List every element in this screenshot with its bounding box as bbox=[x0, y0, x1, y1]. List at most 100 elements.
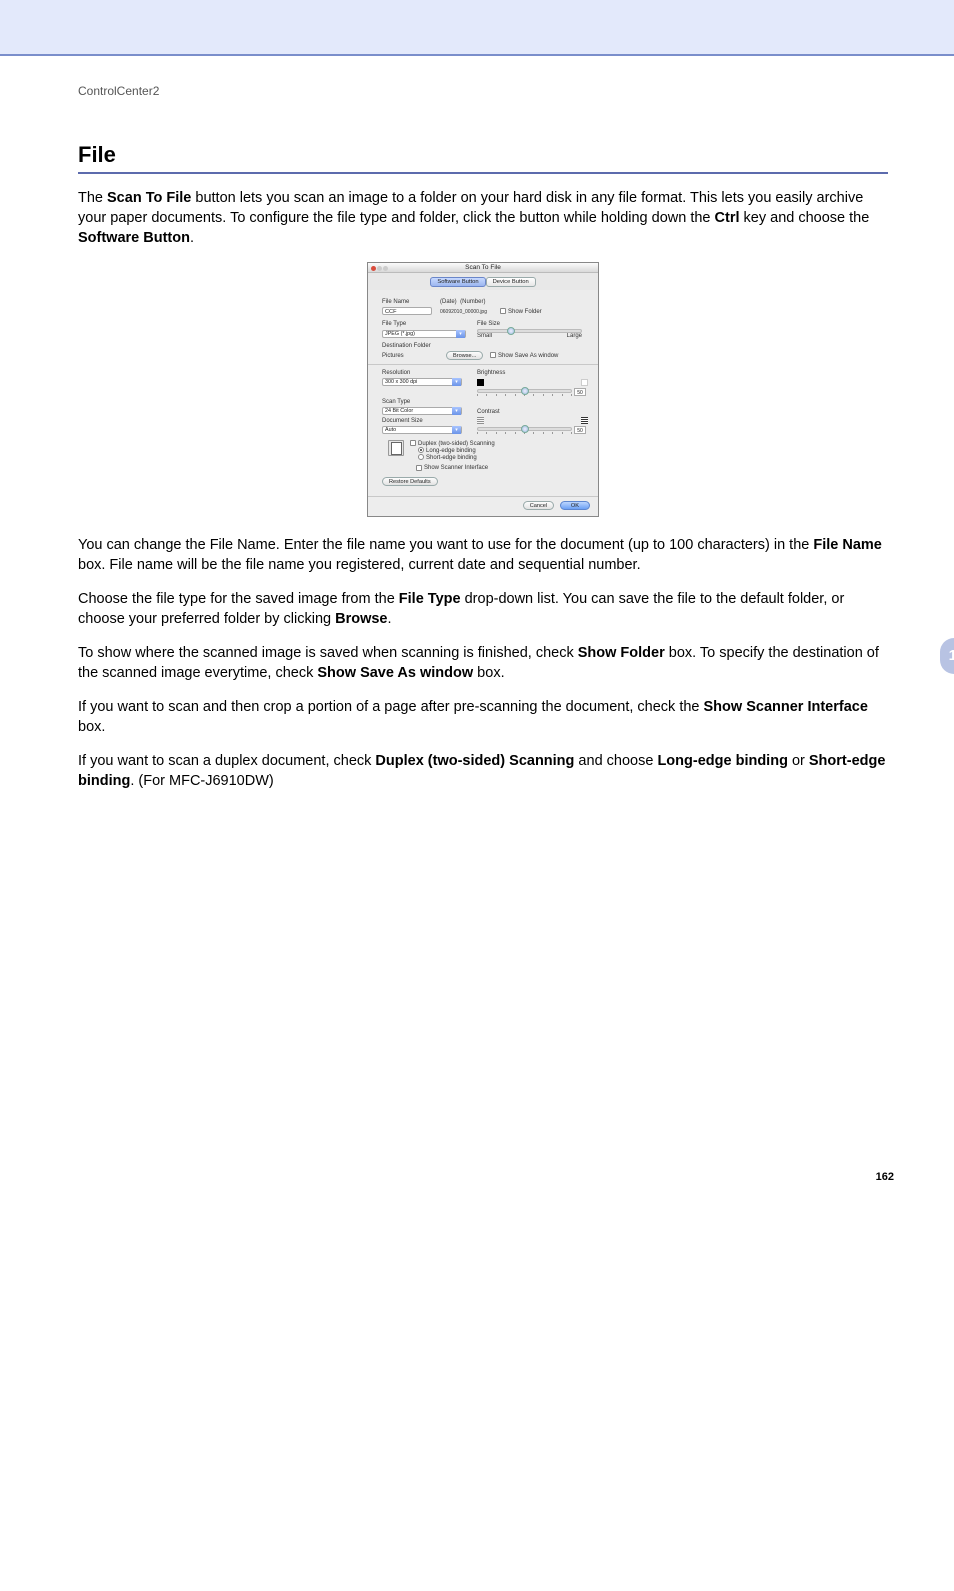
document-size-value: Auto bbox=[385, 427, 396, 433]
window-controls[interactable] bbox=[371, 265, 389, 275]
page-content: ControlCenter2 File The Scan To File but… bbox=[0, 56, 954, 1591]
scan-type-label: Scan Type bbox=[382, 399, 410, 405]
brightness-slider[interactable] bbox=[477, 389, 572, 393]
brightness-value[interactable]: 50 bbox=[574, 388, 586, 396]
contrast-label: Contrast bbox=[477, 409, 500, 415]
filename-preview: 06092010_00000.jpg bbox=[440, 309, 487, 315]
intro-paragraph: The Scan To File button lets you scan an… bbox=[78, 188, 888, 248]
paragraph-show-folder: To show where the scanned image is saved… bbox=[78, 643, 888, 683]
chevron-down-icon: ▾ bbox=[456, 330, 465, 338]
resolution-label: Resolution bbox=[382, 370, 410, 376]
text: box. bbox=[78, 719, 105, 735]
show-folder-bold: Show Folder bbox=[578, 645, 665, 661]
contrast-high-icon bbox=[581, 417, 588, 424]
destination-folder-value: Pictures bbox=[382, 353, 404, 359]
file-type-label: File Type bbox=[382, 321, 406, 327]
zoom-icon[interactable] bbox=[383, 266, 388, 271]
text: Choose the file type for the saved image… bbox=[78, 591, 399, 607]
header-band bbox=[0, 0, 954, 56]
breadcrumb: ControlCenter2 bbox=[78, 84, 888, 98]
page-number: 162 bbox=[78, 1171, 894, 1183]
text: box. File name will be the file name you… bbox=[78, 557, 641, 573]
file-size-label: File Size bbox=[477, 321, 500, 327]
paragraph-duplex: If you want to scan a duplex document, c… bbox=[78, 751, 888, 791]
file-name-label: File Name bbox=[382, 299, 440, 305]
minimize-icon[interactable] bbox=[377, 266, 382, 271]
contrast-low-icon bbox=[477, 417, 484, 424]
chevron-down-icon: ▾ bbox=[452, 407, 461, 415]
text: You can change the File Name. Enter the … bbox=[78, 537, 813, 553]
date-label: (Date) bbox=[440, 299, 457, 305]
file-type-select[interactable]: JPEG (*.jpg) ▾ bbox=[382, 330, 466, 338]
duplex-checkbox[interactable] bbox=[410, 440, 416, 446]
text: . bbox=[388, 611, 392, 627]
tab-software-button[interactable]: Software Button bbox=[430, 277, 485, 287]
long-edge-bold: Long-edge binding bbox=[657, 753, 787, 769]
show-scanner-interface-checkbox[interactable] bbox=[416, 465, 422, 471]
long-edge-radio[interactable] bbox=[418, 447, 424, 453]
text: and choose bbox=[574, 753, 657, 769]
file-type-bold: File Type bbox=[399, 591, 461, 607]
contrast-value[interactable]: 50 bbox=[574, 426, 586, 434]
dialog-footer: Cancel OK bbox=[368, 497, 598, 516]
text: If you want to scan a duplex document, c… bbox=[78, 753, 375, 769]
show-folder-checkbox[interactable] bbox=[500, 308, 506, 314]
scan-type-value: 24 Bit Color bbox=[385, 408, 413, 414]
show-save-as-bold: Show Save As window bbox=[317, 665, 473, 681]
destination-folder-label: Destination Folder bbox=[382, 343, 431, 349]
file-size-slider[interactable] bbox=[477, 329, 582, 333]
show-scanner-interface-label: Show Scanner Interface bbox=[424, 465, 488, 471]
document-size-select[interactable]: Auto ▾ bbox=[382, 426, 462, 434]
scan-to-file-bold: Scan To File bbox=[107, 190, 191, 206]
section-heading: File bbox=[78, 142, 888, 174]
duplex-icon bbox=[388, 440, 404, 456]
large-label: Large bbox=[567, 333, 582, 339]
dialog-screenshot: Scan To File Software ButtonDevice Butto… bbox=[367, 262, 599, 517]
brightness-label: Brightness bbox=[477, 370, 505, 376]
document-size-label: Document Size bbox=[382, 418, 423, 424]
tab-device-button[interactable]: Device Button bbox=[486, 277, 536, 287]
browse-button[interactable]: Browse... bbox=[446, 351, 483, 360]
brightness-light-icon bbox=[581, 379, 588, 386]
text: . (For MFC-J6910DW) bbox=[130, 773, 273, 789]
chapter-tab: 10 bbox=[940, 638, 954, 674]
show-folder-label: Show Folder bbox=[508, 309, 542, 315]
resolution-select[interactable]: 300 x 300 dpi ▾ bbox=[382, 378, 462, 386]
paragraph-filetype: Choose the file type for the saved image… bbox=[78, 589, 888, 629]
paragraph-scanner-interface: If you want to scan and then crop a port… bbox=[78, 697, 888, 737]
text: key and choose the bbox=[740, 210, 870, 226]
ctrl-bold: Ctrl bbox=[715, 210, 740, 226]
scan-to-file-dialog: Scan To File Software ButtonDevice Butto… bbox=[367, 262, 599, 517]
dialog-title: Scan To File bbox=[465, 264, 501, 271]
small-label: Small bbox=[477, 333, 492, 339]
short-edge-radio[interactable] bbox=[418, 454, 424, 460]
browse-bold: Browse bbox=[335, 611, 387, 627]
show-save-as-checkbox[interactable] bbox=[490, 352, 496, 358]
chevron-down-icon: ▾ bbox=[452, 426, 461, 434]
contrast-slider[interactable] bbox=[477, 427, 572, 431]
text: or bbox=[788, 753, 809, 769]
text: box. bbox=[473, 665, 504, 681]
restore-defaults-button[interactable]: Restore Defaults bbox=[382, 477, 438, 486]
dialog-titlebar: Scan To File bbox=[368, 263, 598, 273]
file-type-value: JPEG (*.jpg) bbox=[385, 331, 415, 337]
paragraph-filename: You can change the File Name. Enter the … bbox=[78, 535, 888, 575]
cancel-button[interactable]: Cancel bbox=[523, 501, 554, 510]
text: . bbox=[190, 230, 194, 246]
file-name-input[interactable]: CCF bbox=[382, 307, 432, 315]
tab-row: Software ButtonDevice Button bbox=[368, 273, 598, 290]
show-scanner-interface-bold: Show Scanner Interface bbox=[704, 699, 868, 715]
close-icon[interactable] bbox=[371, 266, 376, 271]
chevron-down-icon: ▾ bbox=[452, 378, 461, 386]
brightness-dark-icon bbox=[477, 379, 484, 386]
ok-button[interactable]: OK bbox=[560, 501, 590, 510]
number-label: (Number) bbox=[460, 299, 485, 305]
show-save-as-label: Show Save As window bbox=[498, 353, 558, 359]
file-name-bold: File Name bbox=[813, 537, 882, 553]
duplex-bold: Duplex (two-sided) Scanning bbox=[375, 753, 574, 769]
text: The bbox=[78, 190, 107, 206]
resolution-value: 300 x 300 dpi bbox=[385, 379, 417, 385]
dialog-body: File Name (Date) (Number) CCF 06092010_0… bbox=[368, 290, 598, 496]
scan-type-select[interactable]: 24 Bit Color ▾ bbox=[382, 407, 462, 415]
text: To show where the scanned image is saved… bbox=[78, 645, 578, 661]
